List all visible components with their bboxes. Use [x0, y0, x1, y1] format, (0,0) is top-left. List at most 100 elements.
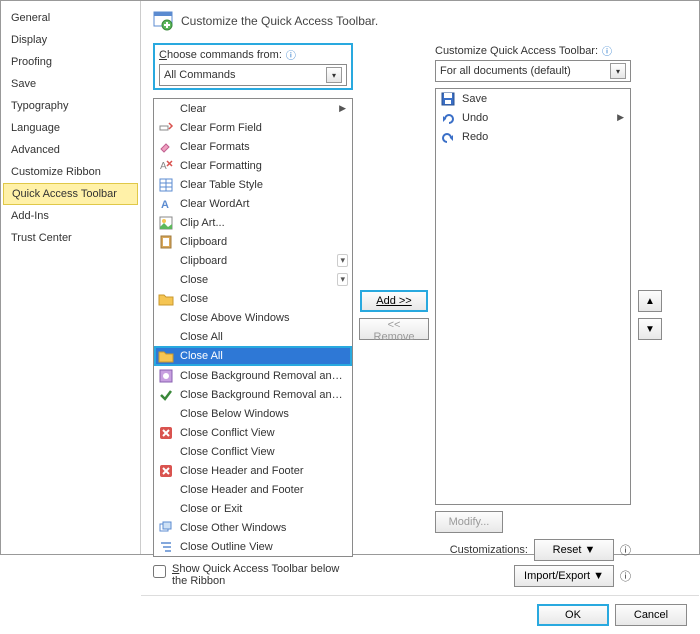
list-item[interactable]: Close Background Removal and D...: [154, 366, 352, 385]
cancel-button[interactable]: Cancel: [615, 604, 687, 626]
undo-icon: [440, 110, 456, 126]
list-item-label: Clear Table Style: [180, 179, 348, 191]
sidebar-item-customize-ribbon[interactable]: Customize Ribbon: [1, 161, 140, 183]
list-item[interactable]: Clear Table Style: [154, 175, 352, 194]
sidebar-item-save[interactable]: Save: [1, 73, 140, 95]
blank-icon: [158, 253, 174, 269]
list-item[interactable]: Close All: [154, 346, 352, 366]
info-icon: ⓘ: [620, 568, 631, 584]
list-item-label: Close Outline View: [180, 541, 348, 553]
list-item[interactable]: Close▾: [154, 270, 352, 289]
info-icon: ⓘ: [620, 542, 631, 558]
list-item[interactable]: Close All: [154, 327, 352, 346]
blank-icon: [158, 310, 174, 326]
info-icon: ⓘ: [602, 43, 612, 58]
remove-button[interactable]: << Remove: [359, 318, 429, 340]
choose-commands-combo[interactable]: All Commands▾: [159, 64, 347, 86]
move-up-button[interactable]: ▲: [638, 290, 662, 312]
panel-header: Customize the Quick Access Toolbar.: [153, 11, 687, 31]
list-item[interactable]: Undo▶: [436, 108, 630, 127]
split-icon: ▾: [337, 254, 348, 267]
list-item-label: Clipboard: [180, 255, 331, 267]
sidebar-item-proofing[interactable]: Proofing: [1, 51, 140, 73]
list-item[interactable]: Close Other Windows: [154, 518, 352, 537]
blank-icon: [158, 406, 174, 422]
list-item[interactable]: Clear Form Field: [154, 118, 352, 137]
list-item[interactable]: Close Conflict View: [154, 442, 352, 461]
sidebar-item-trust-center[interactable]: Trust Center: [1, 227, 140, 249]
list-item[interactable]: Save: [436, 89, 630, 108]
qat-listbox[interactable]: Save Undo▶ Redo: [435, 88, 631, 505]
choose-commands-label: Choose commands from:ⓘ: [159, 47, 347, 62]
list-item[interactable]: A Clear WordArt: [154, 194, 352, 213]
import-export-button[interactable]: Import/Export ▼: [514, 565, 614, 587]
list-item-label: Close: [180, 293, 348, 305]
list-item[interactable]: A Clear Formatting: [154, 156, 352, 175]
blank-icon: [158, 329, 174, 345]
table-icon: [158, 177, 174, 193]
reset-button[interactable]: Reset ▼: [534, 539, 614, 561]
sidebar: GeneralDisplayProofingSaveTypographyLang…: [1, 1, 141, 554]
list-item-label: Clear: [180, 103, 333, 115]
add-button[interactable]: Add >>: [360, 290, 428, 312]
list-item[interactable]: Close Below Windows: [154, 404, 352, 423]
list-item-label: Close or Exit: [180, 503, 348, 515]
sidebar-item-add-ins[interactable]: Add-Ins: [1, 205, 140, 227]
windows-icon: [158, 520, 174, 536]
list-item-label: Clear WordArt: [180, 198, 348, 210]
svg-text:A: A: [161, 199, 169, 211]
outline-icon: [158, 539, 174, 555]
redo-icon: [440, 129, 456, 145]
panel-title: Customize the Quick Access Toolbar.: [181, 14, 378, 28]
check-icon: [158, 387, 174, 403]
ok-button[interactable]: OK: [537, 604, 609, 626]
list-item[interactable]: Clear ▶: [154, 99, 352, 118]
list-item-label: Close Background Removal and K...: [180, 389, 348, 401]
blank-icon: [158, 101, 174, 117]
list-item-label: Clear Formatting: [180, 160, 348, 172]
sidebar-item-advanced[interactable]: Advanced: [1, 139, 140, 161]
x-red-icon: [158, 425, 174, 441]
list-item-label: Close Below Windows: [180, 408, 348, 420]
dropdown-icon: ▾: [326, 67, 342, 83]
blank-icon: [158, 444, 174, 460]
sidebar-item-quick-access-toolbar[interactable]: Quick Access Toolbar: [3, 183, 138, 205]
list-item[interactable]: Close: [154, 289, 352, 308]
list-item-label: Redo: [462, 131, 626, 143]
wordart-icon: A: [158, 196, 174, 212]
list-item-label: Clip Art...: [180, 217, 348, 229]
clear-formats-icon: [158, 139, 174, 155]
list-item[interactable]: Close Conflict View: [154, 423, 352, 442]
list-item-label: Save: [462, 93, 626, 105]
list-item[interactable]: Close Outline View: [154, 537, 352, 556]
clear-formatting-icon: A: [158, 158, 174, 174]
list-item[interactable]: Close or Exit: [154, 499, 352, 518]
list-item[interactable]: Redo: [436, 127, 630, 146]
blank-icon: [158, 482, 174, 498]
list-item[interactable]: Clip Art...: [154, 213, 352, 232]
list-item[interactable]: Clipboard ▾: [154, 251, 352, 270]
commands-listbox[interactable]: Clear ▶ Clear Form FieldClear Formats A Clea…: [153, 98, 353, 557]
sidebar-item-display[interactable]: Display: [1, 29, 140, 51]
clear-form-icon: [158, 120, 174, 136]
list-item[interactable]: Clear Formats: [154, 137, 352, 156]
list-item[interactable]: Close Header and Footer: [154, 461, 352, 480]
submenu-icon: ▶: [339, 103, 348, 114]
move-down-button[interactable]: ▼: [638, 318, 662, 340]
commands-column: Choose commands from:ⓘ All Commands▾ Cle…: [153, 43, 353, 587]
show-below-ribbon-label: Show Quick Access Toolbar below the Ribb…: [172, 563, 342, 587]
show-below-ribbon-checkbox[interactable]: [153, 565, 166, 578]
sidebar-item-language[interactable]: Language: [1, 117, 140, 139]
list-item[interactable]: Close Above Windows: [154, 308, 352, 327]
clipboard-icon: [158, 234, 174, 250]
customize-qat-combo[interactable]: For all documents (default)▾: [435, 60, 631, 82]
list-item-label: Undo: [462, 112, 611, 124]
list-item[interactable]: Close Header and Footer: [154, 480, 352, 499]
modify-button[interactable]: Modify...: [435, 511, 503, 533]
list-item-label: Close Conflict View: [180, 446, 348, 458]
sidebar-item-typography[interactable]: Typography: [1, 95, 140, 117]
sidebar-item-general[interactable]: General: [1, 7, 140, 29]
list-item[interactable]: Close Background Removal and K...: [154, 385, 352, 404]
list-item[interactable]: Clipboard: [154, 232, 352, 251]
folder-icon: [158, 291, 174, 307]
